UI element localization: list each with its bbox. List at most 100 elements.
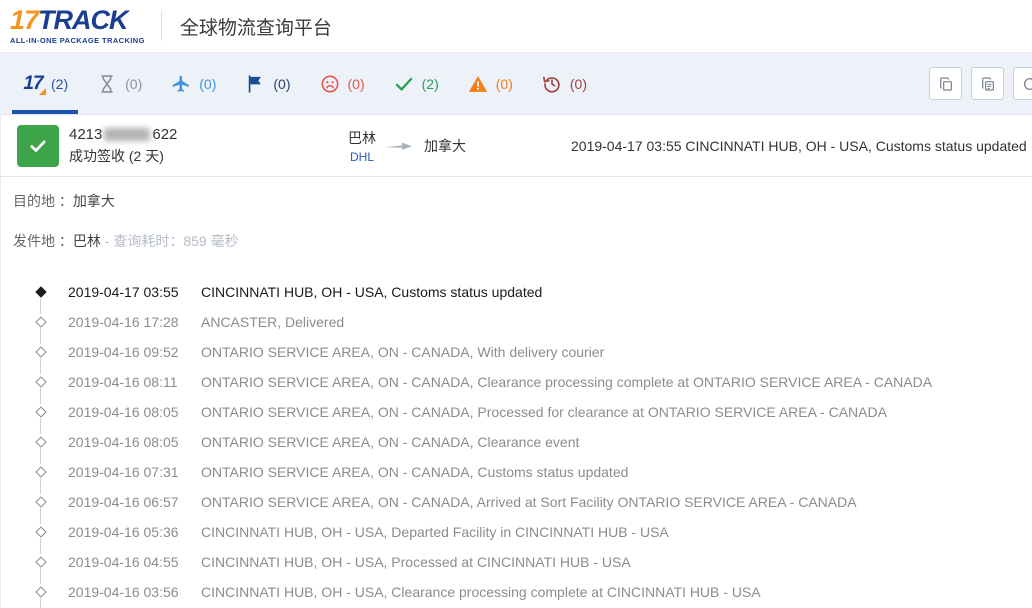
event-description: ONTARIO SERVICE AREA, ON - CANADA, Arriv… — [201, 494, 857, 510]
copy-number-button[interactable] — [929, 67, 962, 100]
timeline-diamond-icon — [35, 438, 47, 446]
delivered-status-icon — [17, 125, 59, 167]
flag-icon — [244, 73, 266, 95]
origin-row: 发件地 ：巴林 - 查询耗时：859 毫秒 — [13, 231, 1032, 251]
tab-count: (2) — [51, 76, 68, 92]
route-origin: 巴林 DHL — [348, 128, 376, 164]
event-timestamp: 2019-04-16 09:52 — [68, 344, 201, 360]
page-header: 17TRACK ALL-IN-ONE PACKAGE TRACKING 全球物流… — [0, 0, 1032, 53]
refresh-icon — [1022, 76, 1032, 92]
toolbar — [929, 67, 1032, 100]
tab-count: (0) — [199, 76, 216, 92]
timeline-diamond-icon — [35, 528, 47, 536]
tracking-event-row: 2019-04-16 08:05 ONTARIO SERVICE AREA, O… — [1, 397, 1032, 427]
timeline-diamond-icon — [35, 288, 47, 296]
tab-bar-tabs: 17 (2) (0) (0) (0) (0) (2) (0) (0) — [8, 53, 601, 114]
tab-count: (0) — [273, 76, 290, 92]
event-description: CINCINNATI HUB, OH - USA, Clearance proc… — [201, 584, 761, 600]
timeline-diamond-icon — [35, 408, 47, 416]
tab-count: (2) — [422, 76, 439, 92]
tracking-event-row: 2019-04-16 17:28 ANCASTER, Delivered — [1, 307, 1032, 337]
hourglass-icon — [96, 73, 118, 95]
timeline-diamond-icon — [35, 588, 47, 596]
check-icon — [28, 136, 48, 156]
destination-country: 加拿大 — [424, 136, 466, 156]
redacted-digits — [104, 128, 150, 141]
origin-label: 发件地 ： — [13, 233, 73, 249]
tracking-event-row: 2019-04-17 03:55 CINCINNATI HUB, OH - US… — [1, 277, 1032, 307]
event-description: ONTARIO SERVICE AREA, ON - CANADA, Proce… — [201, 404, 887, 420]
event-timestamp: 2019-04-16 03:56 — [68, 584, 201, 600]
logo-tagline: ALL-IN-ONE PACKAGE TRACKING — [10, 37, 145, 45]
tracking-event-row: 2019-04-16 07:31 ONTARIO SERVICE AREA, O… — [1, 457, 1032, 487]
tracking-event-row: 2019-04-16 03:56 CINCINNATI HUB, OH - US… — [1, 577, 1032, 607]
tab-not-found[interactable]: (0) — [82, 53, 156, 114]
tracking-event-row: 2019-04-16 09:52 ONTARIO SERVICE AREA, O… — [1, 337, 1032, 367]
seventeen-logo-icon: 17 — [22, 73, 44, 95]
event-description: CINCINNATI HUB, OH - USA, Processed at C… — [201, 554, 631, 570]
timeline-diamond-icon — [35, 468, 47, 476]
query-time: - 查询耗时：859 毫秒 — [101, 233, 239, 249]
package-meta: 目的地 ：加拿大 发件地 ：巴林 - 查询耗时：859 毫秒 — [1, 177, 1032, 275]
tab-count: (0) — [496, 76, 513, 92]
event-timestamp: 2019-04-17 03:55 — [68, 284, 201, 300]
timeline-diamond-icon — [35, 378, 47, 386]
logo-wordmark: 17TRACK — [10, 7, 145, 34]
17track-logo[interactable]: 17TRACK ALL-IN-ONE PACKAGE TRACKING — [10, 7, 145, 45]
tab-count: (0) — [348, 76, 365, 92]
event-timestamp: 2019-04-16 05:36 — [68, 524, 201, 540]
route-arrow-icon — [386, 140, 412, 152]
history-clock-icon — [541, 73, 563, 95]
destination-row: 目的地 ：加拿大 — [13, 191, 1032, 211]
copy-details-button[interactable] — [971, 67, 1004, 100]
event-description: ONTARIO SERVICE AREA, ON - CANADA, Custo… — [201, 464, 628, 480]
tab-count: (0) — [125, 76, 142, 92]
event-timestamp: 2019-04-16 17:28 — [68, 314, 201, 330]
origin-value: 巴林 — [73, 233, 101, 249]
event-timestamp: 2019-04-16 08:11 — [68, 374, 201, 390]
timeline-diamond-icon — [35, 348, 47, 356]
tab-all[interactable]: 17 (2) — [8, 53, 82, 114]
event-description: ANCASTER, Delivered — [201, 314, 344, 330]
event-timestamp: 2019-04-16 08:05 — [68, 434, 201, 450]
event-description: ONTARIO SERVICE AREA, ON - CANADA, Clear… — [201, 434, 579, 450]
carrier-name[interactable]: DHL — [348, 150, 376, 164]
tracking-event-row: 2019-04-16 06:57 ONTARIO SERVICE AREA, O… — [1, 487, 1032, 517]
event-timestamp: 2019-04-16 08:05 — [68, 404, 201, 420]
site-title: 全球物流查询平台 — [180, 13, 332, 40]
tracking-event-row: 2019-04-16 08:11 ONTARIO SERVICE AREA, O… — [1, 367, 1032, 397]
package-summary-row[interactable]: 4213622 成功签收 (2 天) 巴林 DHL 加拿大 2019-04-17… — [1, 115, 1032, 177]
event-description: CINCINNATI HUB, OH - USA, Customs status… — [201, 284, 542, 300]
tab-in-transit[interactable]: (0) — [156, 53, 230, 114]
tracking-event-row: 2019-04-16 05:36 CINCINNATI HUB, OH - US… — [1, 517, 1032, 547]
package-id-block: 4213622 成功签收 (2 天) — [69, 126, 348, 166]
tab-delivery-failure[interactable]: (0) — [305, 53, 379, 114]
tracking-event-row: 2019-04-16 08:05 ONTARIO SERVICE AREA, O… — [1, 427, 1032, 457]
origin-country: 巴林 — [348, 128, 376, 148]
tab-count: (0) — [570, 76, 587, 92]
event-description: ONTARIO SERVICE AREA, ON - CANADA, Clear… — [201, 374, 932, 390]
tracking-event-row: 2019-04-16 04:55 CINCINNATI HUB, OH - US… — [1, 547, 1032, 577]
tab-delivered[interactable]: (2) — [379, 53, 453, 114]
package-panel: 4213622 成功签收 (2 天) 巴林 DHL 加拿大 2019-04-17… — [0, 115, 1032, 608]
package-route: 巴林 DHL 加拿大 — [348, 128, 571, 164]
tab-pick-up[interactable]: (0) — [230, 53, 304, 114]
refresh-button[interactable] — [1013, 67, 1032, 100]
tracking-number[interactable]: 4213622 — [69, 126, 348, 143]
check-icon — [393, 73, 415, 95]
timeline-diamond-icon — [35, 558, 47, 566]
tracking-timeline: 2019-04-17 03:55 CINCINNATI HUB, OH - US… — [1, 277, 1032, 608]
tab-expired[interactable]: (0) — [527, 53, 601, 114]
event-timestamp: 2019-04-16 04:55 — [68, 554, 201, 570]
timeline-diamond-icon — [35, 318, 47, 326]
warning-triangle-icon — [467, 73, 489, 95]
destination-value: 加拿大 — [73, 193, 115, 209]
header-divider — [161, 11, 162, 41]
copy-lines-icon — [980, 76, 996, 92]
event-timestamp: 2019-04-16 07:31 — [68, 464, 201, 480]
package-status-text: 成功签收 (2 天) — [69, 146, 348, 166]
event-description: CINCINNATI HUB, OH - USA, Departed Facil… — [201, 524, 669, 540]
tab-alert[interactable]: (0) — [453, 53, 527, 114]
plane-icon — [170, 73, 192, 95]
event-description: ONTARIO SERVICE AREA, ON - CANADA, With … — [201, 344, 604, 360]
